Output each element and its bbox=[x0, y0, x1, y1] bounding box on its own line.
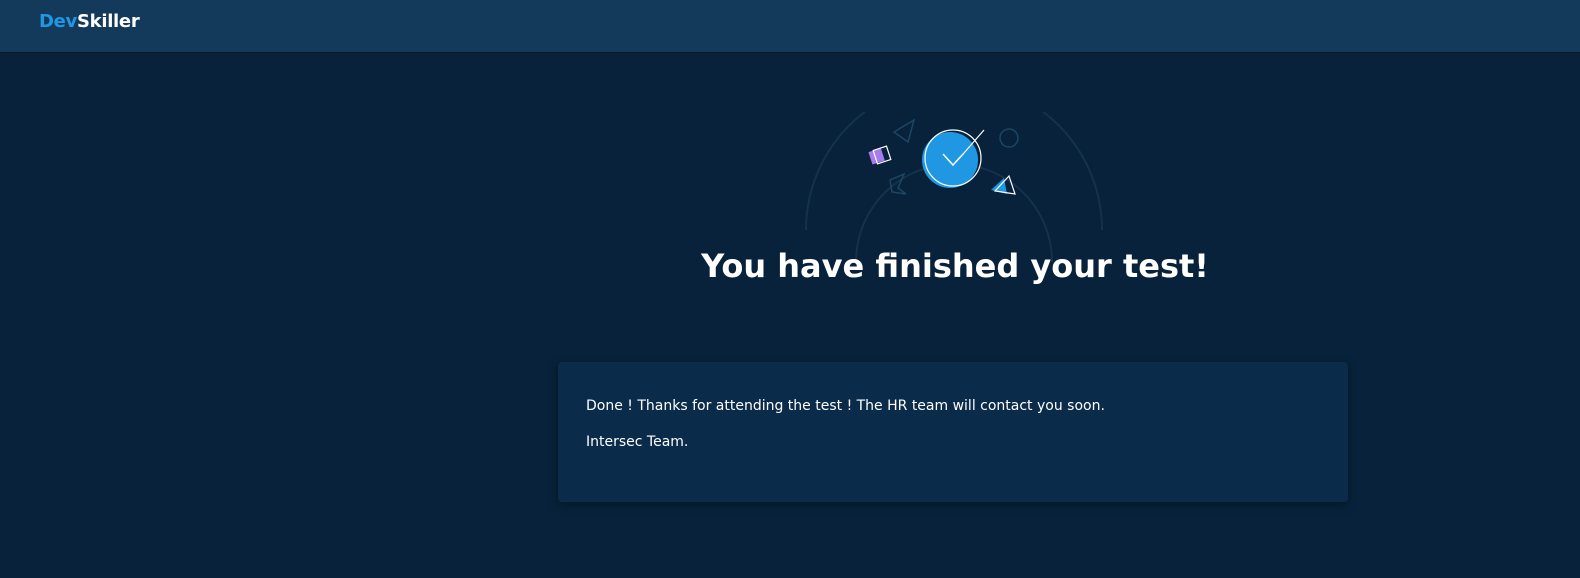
signature-text: Intersec Team. bbox=[586, 434, 689, 450]
logo-skiller: Skiller bbox=[76, 11, 140, 32]
message-text: Done ! Thanks for attending the test ! T… bbox=[586, 398, 1105, 414]
message-card: Done ! Thanks for attending the test ! T… bbox=[558, 362, 1348, 502]
circle-outline-icon bbox=[999, 128, 1019, 148]
triangle-outline-icon bbox=[892, 118, 916, 144]
logo-dev: Dev bbox=[39, 11, 77, 32]
devskiller-logo[interactable]: DevSkiller bbox=[39, 11, 140, 33]
page-title: You have finished your test! bbox=[701, 247, 1209, 285]
top-bar: DevSkiller bbox=[0, 0, 1580, 52]
check-clock-icon bbox=[922, 132, 978, 188]
finished-illustration bbox=[805, 112, 1103, 262]
